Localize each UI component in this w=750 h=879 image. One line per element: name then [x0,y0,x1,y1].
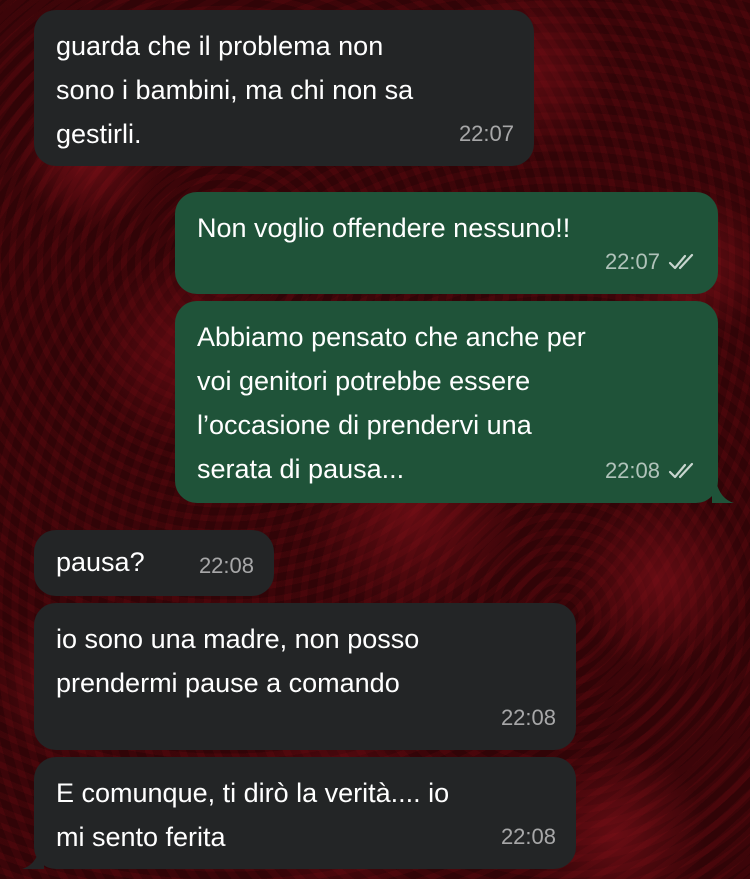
message-bubble-incoming[interactable]: E comunque, ti dirò la verità.... io mi … [34,757,576,869]
message-time: 22:08 [198,553,254,578]
message-time: 22:08 [500,705,556,730]
message-text: io sono una madre, non posso prendermi p… [56,624,420,698]
message-bubble-outgoing[interactable]: Non voglio offendere nessuno!! 22:07 [175,192,718,294]
message-time: 22:07 [458,121,514,146]
message-meta: 22:07 [459,112,514,156]
message-time: 22:08 [604,458,660,483]
double-check-icon [668,462,694,479]
message-text: E comunque, ti dirò la verità.... io mi … [56,778,450,852]
message-meta: 22:07 [605,240,698,284]
message-time: 22:07 [604,249,660,274]
message-meta: 22:08 [199,544,254,588]
message-bubble-outgoing[interactable]: Abbiamo pensato che anche per voi genito… [175,301,718,503]
message-bubble-incoming[interactable]: guarda che il problema non sono i bambin… [34,10,534,166]
message-bubble-incoming[interactable]: pausa? 22:08 [34,530,274,596]
message-text: guarda che il problema non sono i bambin… [56,31,414,149]
message-bubble-incoming[interactable]: io sono una madre, non posso prendermi p… [34,603,576,750]
message-meta: 22:08 [605,449,698,493]
double-check-icon [668,253,694,270]
message-meta: 22:08 [501,815,556,859]
message-meta: 22:08 [501,696,556,740]
chat-thread: guarda che il problema non sono i bambin… [0,0,750,879]
bubble-tail [712,481,734,503]
bubble-tail [22,847,44,869]
message-time: 22:08 [500,824,556,849]
